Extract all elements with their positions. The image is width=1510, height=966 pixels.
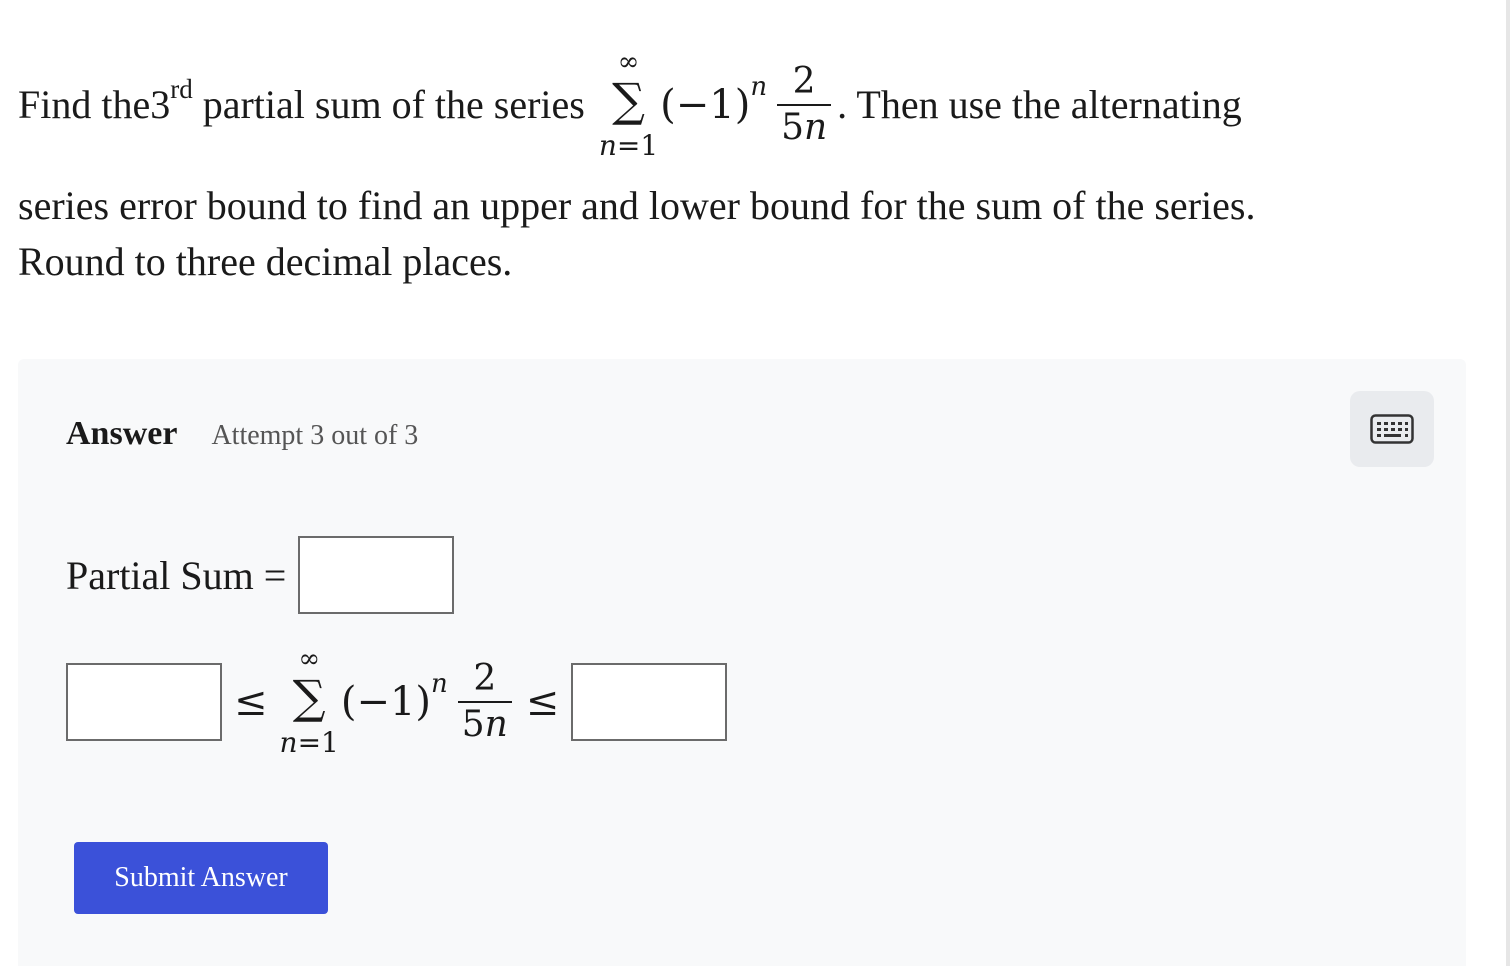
bound-fraction-numerator: 2: [457, 661, 512, 703]
series-fraction: 2 5n: [777, 64, 832, 146]
series-expression: ∞ ∑ n=1 (−1) n 2 5n: [599, 47, 833, 163]
question-line-3: Round to three decimal places.: [18, 239, 513, 284]
lower-limit: n=1: [599, 129, 658, 163]
ordinal-suffix: rd: [170, 74, 193, 104]
lower-limit-eq: =1: [616, 129, 659, 162]
ordinal-number: 3: [150, 82, 171, 127]
fraction-denominator: 5n: [781, 106, 827, 146]
bound-lower-limit-var: n: [279, 726, 298, 759]
sigma-block: ∞ ∑ n=1: [599, 47, 658, 163]
lower-limit-var: n: [598, 129, 617, 162]
bound-series-fraction: 2 5n: [457, 661, 512, 743]
bound-denominator-coef: 5: [461, 704, 485, 745]
question-suffix: . Then use the alternating: [837, 82, 1242, 127]
series-exponent: n: [750, 72, 768, 102]
denominator-coef: 5: [781, 107, 804, 148]
answer-header: Answer Attempt 3 out of 3: [66, 415, 418, 453]
partial-sum-input[interactable]: [298, 536, 455, 614]
bound-series-expression: ∞ ∑ n=1 (−1) n 2 5n: [280, 644, 514, 760]
bound-sigma-block: ∞ ∑ n=1: [280, 644, 339, 760]
leq-symbol-right: ≤: [525, 679, 560, 725]
fraction-numerator: 2: [777, 64, 832, 106]
keyboard-button[interactable]: [1350, 391, 1434, 467]
answer-title: Answer: [66, 415, 178, 452]
bounds-row: ≤ ∞ ∑ n=1 (−1) n 2 5n ≤: [66, 627, 728, 777]
attempt-counter: Attempt 3 out of 3: [211, 420, 419, 451]
sigma-symbol: ∑: [612, 73, 645, 127]
partial-sum-label: Partial Sum =: [66, 552, 287, 598]
question-prefix: Find the: [18, 82, 151, 127]
bound-fraction-denominator: 5n: [462, 703, 508, 743]
leq-symbol-left: ≤: [234, 679, 268, 725]
scrollbar-edge: [1506, 0, 1510, 966]
question-line-1: Find the 3rd partial sum of the series ∞…: [18, 30, 1488, 180]
partial-sum-row: Partial Sum =: [66, 534, 455, 616]
answer-panel: Answer Attempt 3 out of 3 Partial Sum = …: [18, 359, 1466, 966]
bound-series-base: (−1): [340, 679, 432, 725]
bound-lower-limit: n=1: [280, 726, 339, 760]
bound-sigma-symbol: ∑: [292, 670, 326, 724]
question-mid: partial sum of the series: [192, 82, 595, 127]
upper-bound-input[interactable]: [571, 663, 728, 741]
bound-series-exponent: n: [431, 669, 448, 699]
bound-denominator-var: n: [484, 704, 508, 745]
question-line-2: series error bound to find an upper and …: [18, 183, 1256, 228]
question-text: Find the 3rd partial sum of the series ∞…: [18, 30, 1488, 290]
submit-answer-button[interactable]: Submit Answer: [74, 842, 328, 914]
lower-bound-input[interactable]: [66, 663, 222, 741]
series-base: (−1): [660, 82, 751, 128]
page: Find the 3rd partial sum of the series ∞…: [0, 0, 1510, 966]
bound-lower-limit-eq: =1: [297, 726, 339, 759]
keyboard-icon: [1370, 414, 1414, 444]
denominator-var: n: [803, 107, 828, 148]
